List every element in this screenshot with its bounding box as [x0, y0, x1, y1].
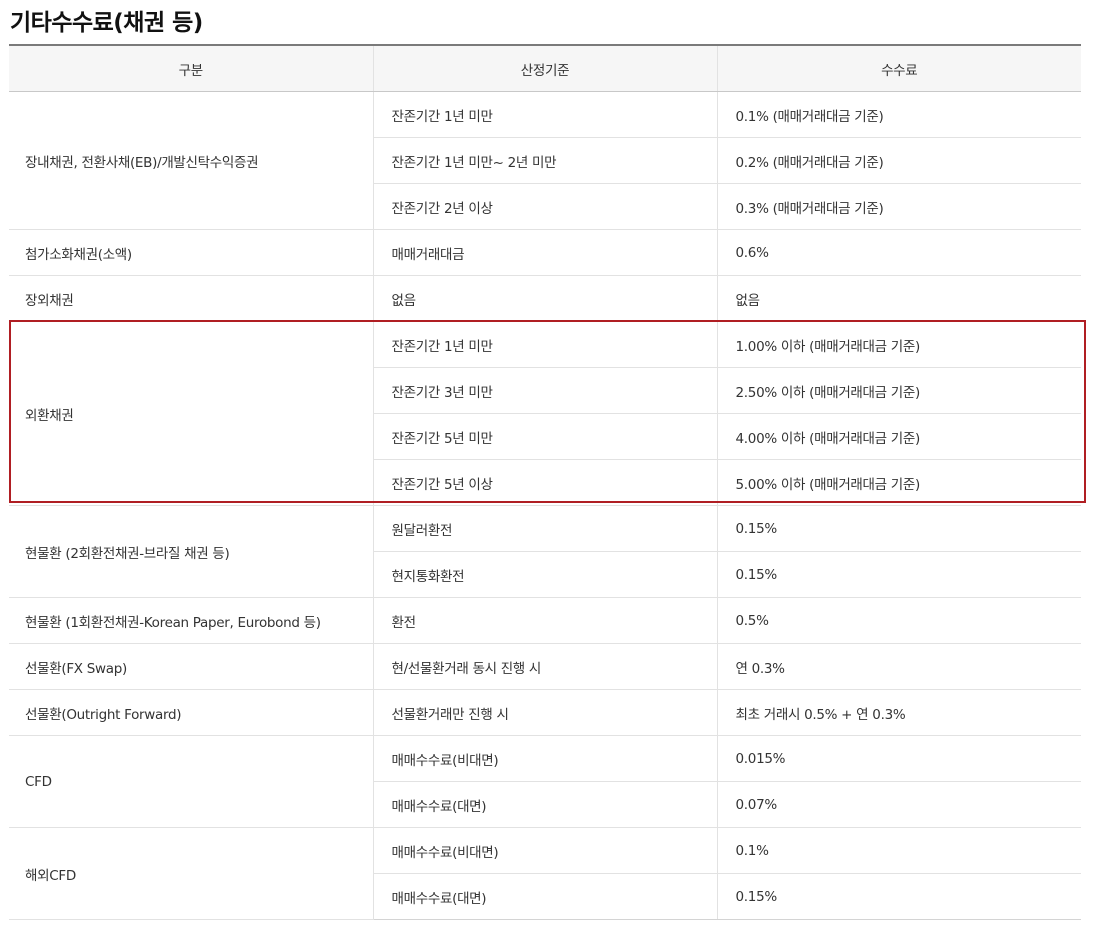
fee-cell: 0.07%	[716, 781, 1081, 828]
header-basis: 산정기준	[372, 44, 717, 92]
basis-cell: 매매수수료(대면)	[372, 781, 717, 828]
table-row: 첨가소화채권(소액) 매매거래대금 0.6%	[9, 229, 1081, 276]
fee-cell: 0.6%	[716, 229, 1081, 276]
table-row: 외환채권 잔존기간 1년 미만 1.00% 이하 (매매거래대금 기준)	[9, 321, 1081, 506]
category-cell: 현물환 (2회환전채권-브라질 채권 등)	[9, 505, 373, 598]
basis-cell: 매매거래대금	[372, 229, 717, 276]
table-row: 장외채권 없음 없음	[9, 275, 1081, 322]
basis-cell: 잔존기간 3년 미만	[372, 367, 717, 414]
basis-cell: 현/선물환거래 동시 진행 시	[372, 643, 717, 690]
table-row: 해외CFD 매매수수료(비대면) 0.1%	[9, 827, 1081, 920]
table-row: 현물환 (2회환전채권-브라질 채권 등) 원달러환전 0.15%	[9, 505, 1081, 598]
header-fee: 수수료	[716, 44, 1081, 92]
category-cell: 선물환(Outright Forward)	[9, 689, 373, 736]
fee-cell: 0.1% (매매거래대금 기준)	[716, 91, 1081, 138]
basis-cell: 매매수수료(비대면)	[372, 827, 717, 874]
category-cell: 장내채권, 전환사채(EB)/개발신탁수익증권	[9, 91, 373, 230]
basis-cell: 선물환거래만 진행 시	[372, 689, 717, 736]
basis-cell: 매매수수료(대면)	[372, 873, 717, 920]
basis-cell: 현지통화환전	[372, 551, 717, 598]
category-cell: 현물환 (1회환전채권-Korean Paper, Eurobond 등)	[9, 597, 373, 644]
fee-cell: 0.15%	[716, 551, 1081, 598]
category-cell: 해외CFD	[9, 827, 373, 920]
table-row: 선물환(FX Swap) 현/선물환거래 동시 진행 시 연 0.3%	[9, 643, 1081, 690]
basis-cell: 잔존기간 1년 미만~ 2년 미만	[372, 137, 717, 184]
fee-cell: 0.1%	[716, 827, 1081, 874]
basis-cell: 잔존기간 2년 이상	[372, 183, 717, 230]
basis-cell: 잔존기간 5년 이상	[372, 459, 717, 506]
category-cell: 첨가소화채권(소액)	[9, 229, 373, 276]
fee-cell: 1.00% 이하 (매매거래대금 기준)	[716, 321, 1081, 368]
table-row: 장내채권, 전환사채(EB)/개발신탁수익증권 잔존기간 1년 미만 0.1% …	[9, 91, 1081, 230]
fee-cell: 0.15%	[716, 505, 1081, 552]
table-header-row: 구분 산정기준 수수료	[9, 44, 1081, 92]
basis-cell: 없음	[372, 275, 717, 322]
table-row: 선물환(Outright Forward) 선물환거래만 진행 시 최초 거래시…	[9, 689, 1081, 736]
basis-cell: 잔존기간 1년 미만	[372, 91, 717, 138]
basis-cell: 매매수수료(비대면)	[372, 735, 717, 782]
table-row: 현물환 (1회환전채권-Korean Paper, Eurobond 등) 환전…	[9, 597, 1081, 644]
fee-cell: 5.00% 이하 (매매거래대금 기준)	[716, 459, 1081, 506]
fee-cell: 연 0.3%	[716, 643, 1081, 690]
fee-table: 구분 산정기준 수수료 장내채권, 전환사채(EB)/개발신탁수익증권 잔존기간…	[9, 44, 1081, 920]
header-category: 구분	[9, 44, 373, 92]
fee-cell: 0.2% (매매거래대금 기준)	[716, 137, 1081, 184]
fee-cell: 2.50% 이하 (매매거래대금 기준)	[716, 367, 1081, 414]
basis-cell: 원달러환전	[372, 505, 717, 552]
basis-cell: 잔존기간 1년 미만	[372, 321, 717, 368]
basis-cell: 환전	[372, 597, 717, 644]
table-row: CFD 매매수수료(비대면) 0.015%	[9, 735, 1081, 828]
fee-cell: 최초 거래시 0.5% + 연 0.3%	[716, 689, 1081, 736]
basis-cell: 잔존기간 5년 미만	[372, 413, 717, 460]
fee-cell: 0.15%	[716, 873, 1081, 920]
category-cell: CFD	[9, 735, 373, 828]
fee-cell: 0.3% (매매거래대금 기준)	[716, 183, 1081, 230]
fee-cell: 없음	[716, 275, 1081, 322]
category-cell: 장외채권	[9, 275, 373, 322]
category-cell: 외환채권	[9, 321, 373, 506]
fee-cell: 4.00% 이하 (매매거래대금 기준)	[716, 413, 1081, 460]
fee-cell: 0.5%	[716, 597, 1081, 644]
fee-cell: 0.015%	[716, 735, 1081, 782]
page-title: 기타수수료(채권 등)	[10, 10, 203, 36]
category-cell: 선물환(FX Swap)	[9, 643, 373, 690]
